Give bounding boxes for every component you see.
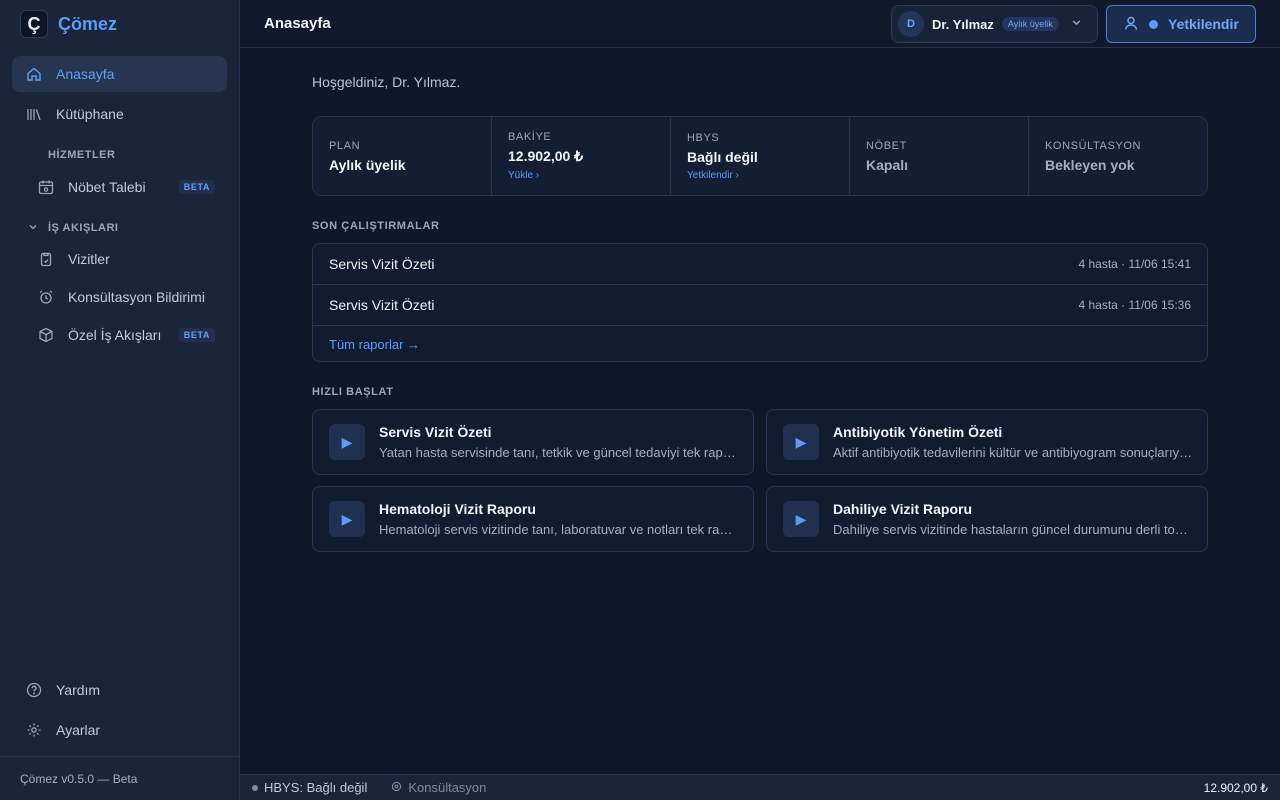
page-title: Anasayfa xyxy=(264,15,331,32)
sidebar-item-label: Konsültasyon Bildirimi xyxy=(68,289,205,305)
user-icon xyxy=(1123,15,1139,34)
avatar: D xyxy=(898,11,924,37)
calendar-icon xyxy=(38,179,54,195)
stat-label: HBYS xyxy=(687,131,720,144)
top-up-link[interactable]: Yükle › xyxy=(508,170,654,181)
quick-start-card[interactable]: ▶ Servis Vizit Özeti Yatan hasta servisi… xyxy=(312,409,754,475)
stat-label: NÖBET xyxy=(866,139,907,152)
stat-balance: BAKİYE 12.902,00 ₺ Yükle › xyxy=(492,117,671,195)
authorize-link[interactable]: Yetkilendir › xyxy=(687,170,833,181)
quick-title: Hematoloji Vizit Raporu xyxy=(379,501,536,517)
section-label-workflows[interactable]: İŞ AKIŞLARI xyxy=(29,222,119,234)
sidebar-item-help[interactable]: Yardım xyxy=(12,672,227,708)
user-menu[interactable]: D Dr. Yılmaz Aylık üyelik xyxy=(891,5,1098,43)
stat-duty: NÖBET Kapalı xyxy=(850,117,1029,195)
quick-start-card[interactable]: ▶ Hematoloji Vizit Raporu Hematoloji ser… xyxy=(312,486,754,552)
run-meta: 4 hasta · 11/06 15:41 xyxy=(1078,257,1191,271)
section-label-services: HİZMETLER xyxy=(48,149,116,161)
sidebar-item-visits[interactable]: Vizitler xyxy=(24,241,227,277)
play-icon: ▶ xyxy=(783,424,819,460)
consult-status[interactable]: Konsültasyon xyxy=(391,780,486,795)
authorize-button[interactable]: Yetkilendir xyxy=(1106,5,1256,43)
quick-desc: Aktif antibiyotik tedavilerini kültür ve… xyxy=(833,445,1193,460)
gear-icon xyxy=(26,722,42,738)
sidebar-item-consult[interactable]: Konsültasyon Bildirimi xyxy=(24,279,227,315)
run-name: Servis Vizit Özeti xyxy=(329,297,435,313)
play-icon: ▶ xyxy=(783,501,819,537)
beta-badge: BETA xyxy=(178,180,215,194)
user-name: Dr. Yılmaz xyxy=(932,16,994,32)
sidebar-item-settings[interactable]: Ayarlar xyxy=(12,712,227,748)
sidebar-item-label: Ayarlar xyxy=(56,722,101,738)
chevron-down-icon xyxy=(28,222,38,235)
stat-hbys: HBYS Bağlı değil Yetkilendir › xyxy=(671,117,850,195)
beta-badge: BETA xyxy=(178,328,215,342)
sidebar-item-custom-flows[interactable]: Özel İş Akışları BETA xyxy=(24,317,227,353)
stat-label: KONSÜLTASYON xyxy=(1045,139,1142,152)
quick-desc: Hematoloji servis vizitinde tanı, labora… xyxy=(379,522,739,537)
sidebar-item-library[interactable]: Kütüphane xyxy=(12,96,227,132)
welcome-text: Hoşgeldiniz, Dr. Yılmaz. xyxy=(312,74,461,90)
sidebar-item-label: Özel İş Akışları xyxy=(68,327,162,343)
brand[interactable]: Ç Çömez xyxy=(20,10,117,38)
list-item[interactable]: Servis Vizit Özeti 4 hasta · 11/06 15:41 xyxy=(313,244,1207,285)
play-icon: ▶ xyxy=(329,424,365,460)
brand-logo: Ç xyxy=(20,10,48,38)
all-reports-link[interactable]: Tüm raporlar → xyxy=(313,326,1207,362)
play-icon: ▶ xyxy=(329,501,365,537)
clipboard-icon xyxy=(38,251,54,267)
chevron-down-icon xyxy=(1071,17,1082,31)
consult-status-label: Konsültasyon xyxy=(408,780,487,795)
balance-readout: 12.902,00 ₺ xyxy=(1203,780,1268,795)
stat-value: Bekleyen yok xyxy=(1045,156,1135,173)
stat-label: BAKİYE xyxy=(508,131,552,143)
box-icon xyxy=(38,327,54,343)
sidebar-item-home[interactable]: Anasayfa xyxy=(12,56,227,92)
section-head-quick-start: HIZLI BAŞLAT xyxy=(312,386,394,398)
quick-title: Antibiyotik Yönetim Özeti xyxy=(833,424,1003,440)
list-item[interactable]: Servis Vizit Özeti 4 hasta · 11/06 15:36 xyxy=(313,285,1207,326)
quick-desc: Yatan hasta servisinde tanı, tetkik ve g… xyxy=(379,445,739,460)
quick-desc: Dahiliye servis vizitinde hastaların gün… xyxy=(833,522,1193,537)
sidebar-item-label: Nöbet Talebi xyxy=(68,179,146,195)
hbys-status-label: HBYS: Bağlı değil xyxy=(264,780,368,795)
stat-value: Aylık üyelik xyxy=(329,156,406,173)
library-icon xyxy=(26,106,42,122)
status-dot xyxy=(1149,19,1158,29)
stat-value: Bağlı değil xyxy=(687,148,758,165)
recent-runs-list: Servis Vizit Özeti 4 hasta · 11/06 15:41… xyxy=(312,243,1208,362)
stats-panel: PLAN Aylık üyelik BAKİYE 12.902,00 ₺ Yük… xyxy=(312,116,1208,196)
section-label-text: İŞ AKIŞLARI xyxy=(48,222,119,234)
alarm-clock-icon xyxy=(38,289,54,305)
sidebar-item-label: Kütüphane xyxy=(56,106,124,122)
sidebar-item-duty-request[interactable]: Nöbet Talebi BETA xyxy=(24,169,227,205)
quick-title: Servis Vizit Özeti xyxy=(379,424,492,440)
help-icon xyxy=(26,682,42,698)
sidebar-item-label: Yardım xyxy=(56,682,101,698)
quick-title: Dahiliye Vizit Raporu xyxy=(833,501,972,517)
home-icon xyxy=(26,66,42,82)
plan-badge: Aylık üyelik xyxy=(1001,17,1059,31)
quick-start-card[interactable]: ▶ Dahiliye Vizit Raporu Dahiliye servis … xyxy=(766,486,1208,552)
authorize-label: Yetkilendir xyxy=(1168,16,1239,32)
status-dot xyxy=(252,784,258,791)
status-bar: HBYS: Bağlı değil Konsültasyon 12.902,00… xyxy=(240,774,1280,800)
quick-start-card[interactable]: ▶ Antibiyotik Yönetim Özeti Aktif antibi… xyxy=(766,409,1208,475)
stat-plan: PLAN Aylık üyelik xyxy=(313,117,492,195)
brand-name: Çömez xyxy=(58,13,118,34)
top-header: Anasayfa D Dr. Yılmaz Aylık üyelik Yetki… xyxy=(240,0,1280,48)
sidebar-item-label: Vizitler xyxy=(68,251,110,267)
stat-consult: KONSÜLTASYON Bekleyen yok xyxy=(1029,117,1207,195)
run-meta: 4 hasta · 11/06 15:36 xyxy=(1078,298,1191,312)
stat-label: PLAN xyxy=(329,139,361,152)
stat-value: Kapalı xyxy=(866,156,909,173)
radio-icon xyxy=(391,780,402,795)
section-head-recent: SON ÇALIŞTIRMALAR xyxy=(312,220,440,232)
hbys-status[interactable]: HBYS: Bağlı değil xyxy=(252,780,367,795)
sidebar-item-label: Anasayfa xyxy=(56,66,115,82)
stat-value: 12.902,00 ₺ xyxy=(508,148,584,164)
run-name: Servis Vizit Özeti xyxy=(329,256,435,272)
sidebar: Ç Çömez Anasayfa Kütüphane HİZMETLER Nöb… xyxy=(0,0,240,800)
version-label: Çömez v0.5.0 — Beta xyxy=(0,756,240,800)
